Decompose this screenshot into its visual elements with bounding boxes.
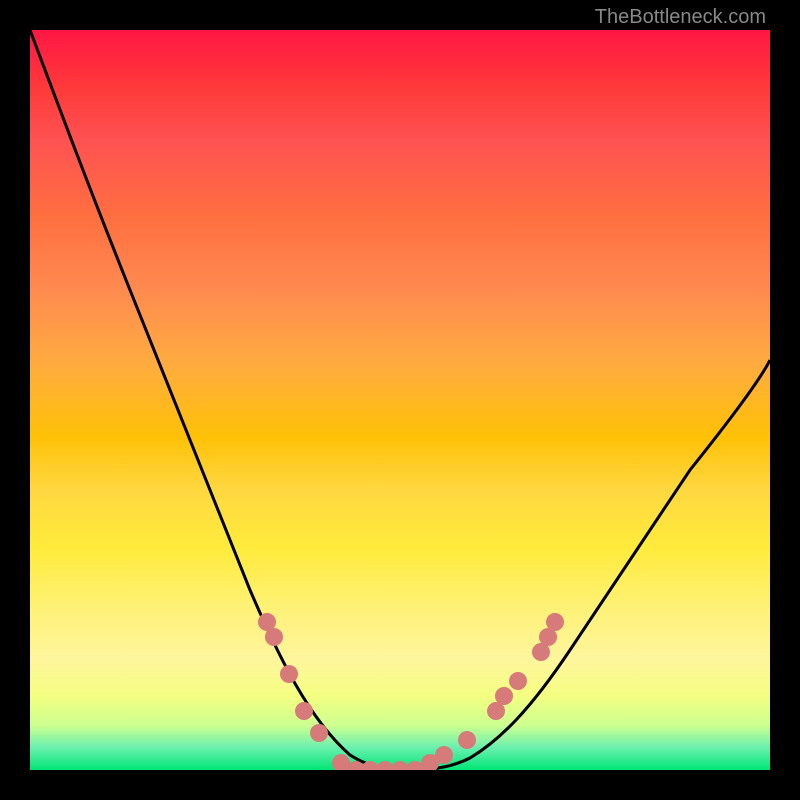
curve-marker [280,665,298,683]
watermark-text: TheBottleneck.com [595,6,766,29]
bottleneck-curve [30,30,770,770]
curve-marker [332,754,350,770]
curve-marker [495,687,513,705]
curve-marker [546,613,564,631]
curve-marker [509,672,527,690]
curve-marker [458,731,476,749]
chart-frame: TheBottleneck.com [0,0,800,800]
curve-marker [435,746,453,764]
curve-marker [265,628,283,646]
curve-marker [310,724,328,742]
curve-svg [30,30,770,770]
curve-marker [295,702,313,720]
